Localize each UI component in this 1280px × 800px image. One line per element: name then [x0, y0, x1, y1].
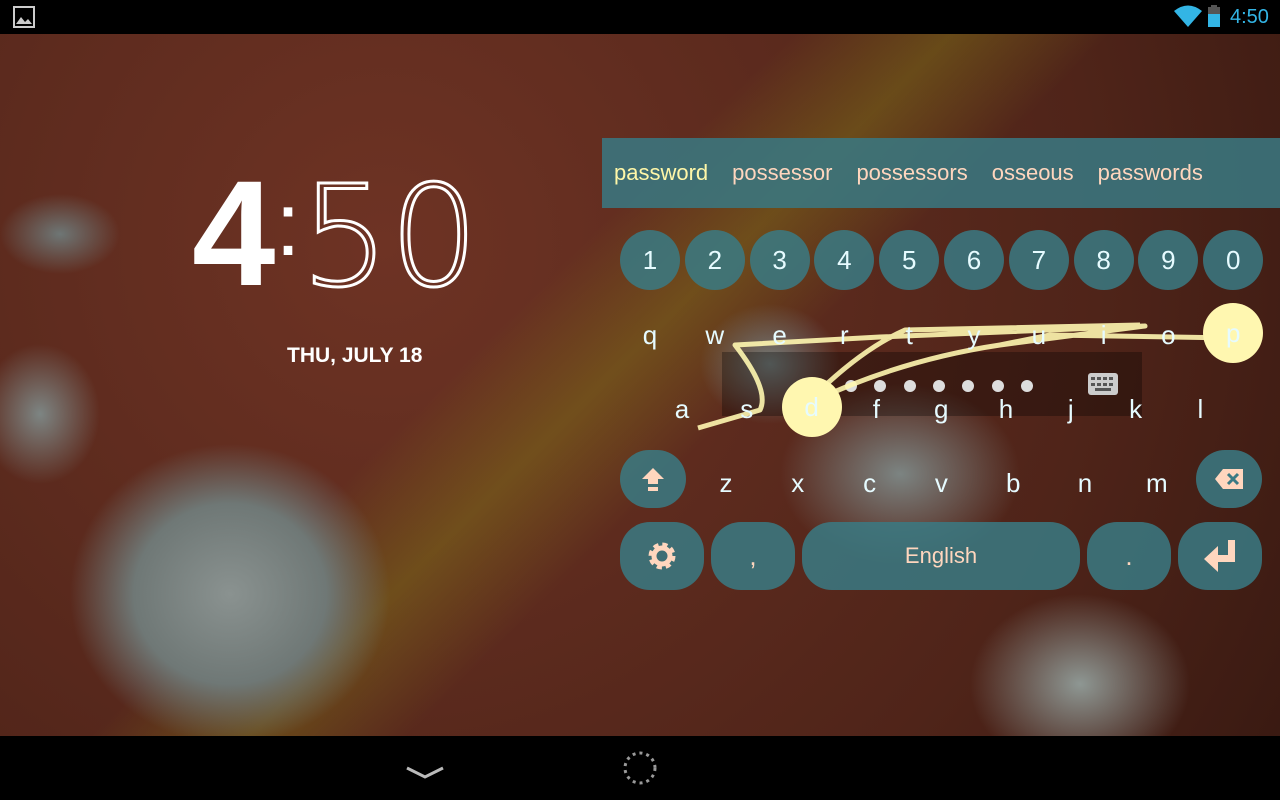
key-q[interactable]: q: [630, 320, 670, 351]
image-icon: [13, 6, 35, 28]
key-w[interactable]: w: [695, 320, 735, 351]
page-dot: [1020, 380, 1033, 392]
status-bar: 4:50: [0, 0, 1280, 34]
key-z[interactable]: z: [706, 468, 746, 499]
keyboard-icon: [1088, 373, 1118, 395]
key-l[interactable]: l: [1180, 394, 1220, 425]
key-j[interactable]: j: [1051, 394, 1091, 425]
lockscreen-clock: 4:50: [192, 150, 480, 314]
page-dot: [903, 380, 916, 392]
chevron-down-icon[interactable]: [405, 766, 445, 780]
suggestion[interactable]: passwords: [1098, 160, 1203, 186]
key-7[interactable]: 7: [1008, 230, 1069, 290]
space-key[interactable]: English: [802, 522, 1080, 590]
key-y[interactable]: y: [954, 320, 994, 351]
page-dot: [932, 380, 945, 392]
key-4[interactable]: 4: [814, 230, 875, 290]
key-6[interactable]: 6: [944, 230, 1004, 290]
key-i[interactable]: i: [1084, 320, 1124, 351]
page-dot: [991, 380, 1004, 392]
page-dot: [845, 380, 857, 392]
key-p[interactable]: p: [1203, 303, 1264, 363]
key-r[interactable]: r: [824, 320, 864, 351]
key-u[interactable]: u: [1019, 320, 1059, 351]
enter-icon: [1204, 540, 1235, 572]
key-1[interactable]: 1: [620, 230, 680, 290]
key-a[interactable]: a: [662, 394, 702, 425]
key-0[interactable]: 0: [1203, 230, 1264, 290]
settings-key[interactable]: [620, 522, 704, 590]
key-b[interactable]: b: [993, 468, 1033, 499]
key-o[interactable]: o: [1148, 320, 1188, 351]
navigation-bar: [0, 736, 1280, 800]
key-t[interactable]: t: [889, 320, 929, 351]
suggestion-strip: password possessor possessors osseous pa…: [602, 138, 1280, 208]
key-m[interactable]: m: [1137, 468, 1177, 499]
suggestion[interactable]: possessors: [856, 160, 967, 186]
key-s[interactable]: s: [727, 394, 767, 425]
key-d[interactable]: d: [781, 377, 842, 437]
key-g[interactable]: g: [921, 394, 961, 425]
enter-key[interactable]: [1178, 522, 1262, 590]
key-x[interactable]: x: [778, 468, 818, 499]
key-h[interactable]: h: [986, 394, 1026, 425]
key-8[interactable]: 8: [1073, 230, 1134, 290]
key-3[interactable]: 3: [749, 230, 810, 290]
key-e[interactable]: e: [760, 320, 800, 351]
key-v[interactable]: v: [921, 468, 961, 499]
key-c[interactable]: c: [850, 468, 890, 499]
clock-colon: :: [275, 175, 301, 275]
shift-icon: [642, 468, 664, 491]
gear-icon: [648, 542, 676, 570]
backspace-icon: [1215, 469, 1243, 489]
key-2[interactable]: 2: [684, 230, 745, 290]
key-n[interactable]: n: [1065, 468, 1105, 499]
suggestion[interactable]: possessor: [732, 160, 832, 186]
backspace-key[interactable]: [1196, 450, 1262, 508]
battery-icon: [1208, 5, 1220, 27]
suggestion[interactable]: osseous: [992, 160, 1074, 186]
clock-minutes: 50: [299, 156, 480, 319]
loading-spinner-icon[interactable]: [622, 750, 658, 786]
period-key[interactable]: .: [1087, 522, 1171, 590]
clock-hour: 4: [192, 149, 276, 317]
shift-key[interactable]: [620, 450, 686, 508]
wifi-icon: [1174, 5, 1202, 27]
comma-key[interactable]: ,: [711, 522, 795, 590]
lockscreen-date: THU, JULY 18: [287, 344, 423, 367]
key-f[interactable]: f: [856, 394, 896, 425]
suggestion[interactable]: password: [614, 160, 708, 186]
key-k[interactable]: k: [1116, 394, 1156, 425]
status-time: 4:50: [1230, 6, 1269, 28]
key-9[interactable]: 9: [1138, 230, 1199, 290]
key-5[interactable]: 5: [879, 230, 940, 290]
